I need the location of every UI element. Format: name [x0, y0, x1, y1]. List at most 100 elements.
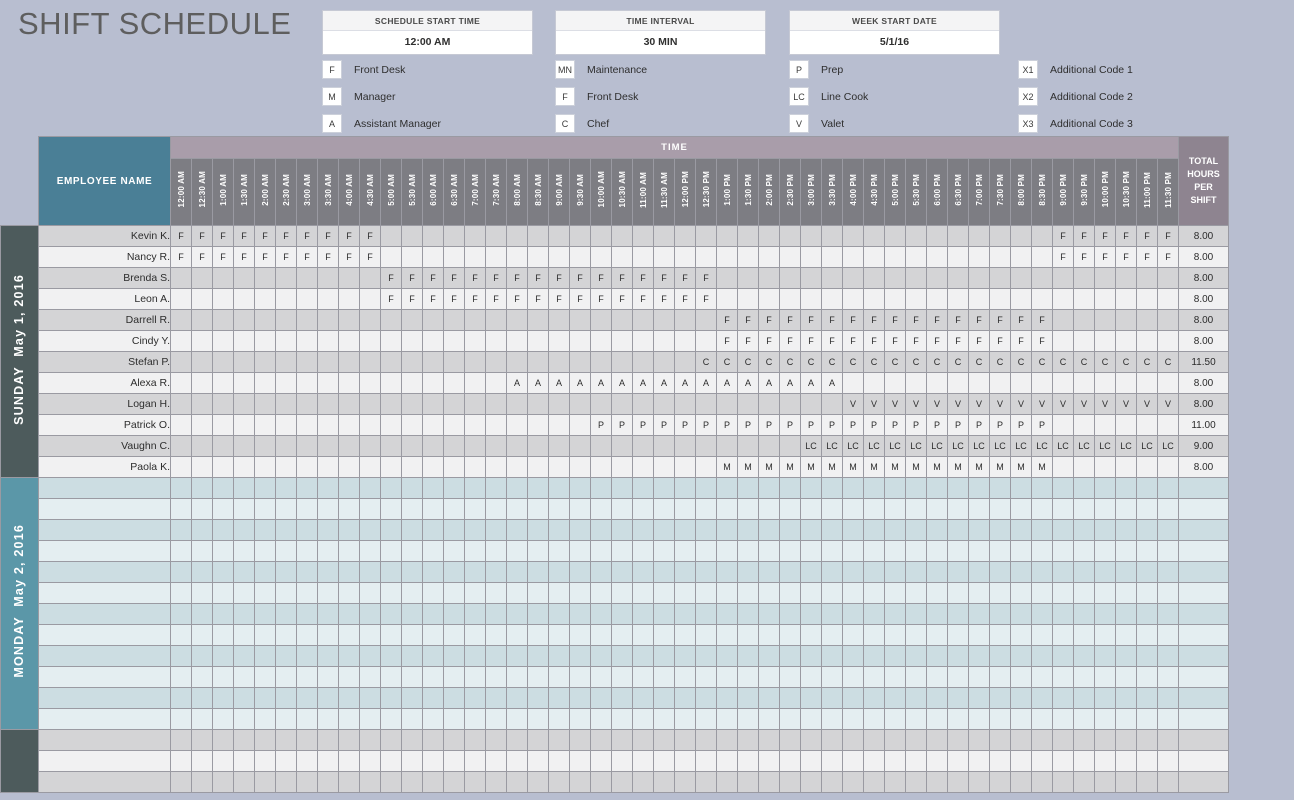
shift-cell[interactable]	[926, 645, 948, 667]
shift-cell[interactable]	[821, 708, 843, 730]
shift-cell[interactable]: F	[611, 288, 633, 310]
shift-cell[interactable]	[842, 666, 864, 688]
shift-cell[interactable]	[905, 624, 927, 646]
shift-cell[interactable]: F	[1094, 225, 1116, 247]
shift-cell[interactable]	[1010, 666, 1032, 688]
shift-cell[interactable]: C	[1136, 351, 1158, 373]
shift-cell[interactable]	[800, 246, 822, 268]
shift-cell[interactable]	[191, 645, 213, 667]
shift-cell[interactable]: F	[170, 246, 192, 268]
employee-name-cell[interactable]	[38, 603, 171, 625]
shift-cell[interactable]	[590, 519, 612, 541]
shift-cell[interactable]	[191, 750, 213, 772]
shift-cell[interactable]	[233, 729, 255, 751]
shift-cell[interactable]	[800, 708, 822, 730]
shift-cell[interactable]	[1010, 750, 1032, 772]
shift-cell[interactable]	[905, 477, 927, 499]
shift-cell[interactable]	[1136, 645, 1158, 667]
shift-cell[interactable]	[317, 729, 339, 751]
shift-cell[interactable]	[1052, 645, 1074, 667]
shift-cell[interactable]	[800, 645, 822, 667]
shift-cell[interactable]	[1157, 477, 1179, 499]
shift-cell[interactable]	[590, 708, 612, 730]
shift-cell[interactable]	[926, 708, 948, 730]
shift-cell[interactable]	[1052, 519, 1074, 541]
shift-cell[interactable]	[926, 519, 948, 541]
shift-cell[interactable]	[569, 750, 591, 772]
shift-cell[interactable]: F	[632, 267, 654, 289]
shift-cell[interactable]	[653, 309, 675, 331]
shift-cell[interactable]	[296, 414, 318, 436]
shift-cell[interactable]	[191, 435, 213, 457]
shift-cell[interactable]	[758, 561, 780, 583]
shift-cell[interactable]	[506, 477, 528, 499]
shift-cell[interactable]	[485, 246, 507, 268]
shift-cell[interactable]	[905, 687, 927, 709]
shift-cell[interactable]	[485, 309, 507, 331]
shift-cell[interactable]	[947, 603, 969, 625]
shift-cell[interactable]: M	[863, 456, 885, 478]
shift-cell[interactable]	[632, 603, 654, 625]
shift-cell[interactable]	[359, 582, 381, 604]
shift-cell[interactable]: LC	[968, 435, 990, 457]
shift-cell[interactable]	[1157, 498, 1179, 520]
shift-cell[interactable]	[716, 624, 738, 646]
shift-cell[interactable]	[842, 687, 864, 709]
shift-cell[interactable]	[275, 351, 297, 373]
shift-cell[interactable]	[905, 267, 927, 289]
shift-cell[interactable]	[758, 267, 780, 289]
shift-cell[interactable]	[674, 309, 696, 331]
shift-cell[interactable]	[464, 750, 486, 772]
shift-cell[interactable]	[737, 729, 759, 751]
shift-cell[interactable]	[548, 561, 570, 583]
shift-cell[interactable]: V	[1010, 393, 1032, 415]
shift-cell[interactable]	[317, 603, 339, 625]
shift-cell[interactable]	[716, 225, 738, 247]
shift-cell[interactable]: F	[842, 330, 864, 352]
shift-cell[interactable]	[632, 519, 654, 541]
shift-cell[interactable]	[275, 498, 297, 520]
shift-cell[interactable]	[821, 666, 843, 688]
shift-cell[interactable]	[611, 330, 633, 352]
shift-cell[interactable]	[1073, 288, 1095, 310]
shift-cell[interactable]	[296, 582, 318, 604]
shift-cell[interactable]	[1094, 624, 1116, 646]
shift-cell[interactable]	[800, 666, 822, 688]
shift-cell[interactable]: A	[569, 372, 591, 394]
shift-cell[interactable]	[1094, 687, 1116, 709]
shift-cell[interactable]	[1052, 771, 1074, 793]
shift-cell[interactable]	[779, 393, 801, 415]
shift-cell[interactable]	[695, 393, 717, 415]
shift-cell[interactable]	[653, 708, 675, 730]
shift-cell[interactable]	[779, 267, 801, 289]
shift-cell[interactable]	[401, 351, 423, 373]
shift-cell[interactable]	[1031, 666, 1053, 688]
shift-cell[interactable]	[464, 435, 486, 457]
shift-cell[interactable]	[800, 540, 822, 562]
shift-cell[interactable]	[401, 624, 423, 646]
shift-cell[interactable]	[338, 666, 360, 688]
shift-cell[interactable]	[1115, 729, 1137, 751]
shift-cell[interactable]: F	[338, 225, 360, 247]
shift-cell[interactable]	[443, 414, 465, 436]
shift-cell[interactable]	[716, 750, 738, 772]
shift-cell[interactable]	[863, 288, 885, 310]
shift-cell[interactable]	[989, 603, 1011, 625]
shift-cell[interactable]	[359, 708, 381, 730]
shift-cell[interactable]	[464, 687, 486, 709]
shift-cell[interactable]	[1031, 750, 1053, 772]
shift-cell[interactable]	[1031, 603, 1053, 625]
shift-cell[interactable]	[800, 498, 822, 520]
shift-cell[interactable]	[464, 225, 486, 247]
shift-cell[interactable]	[1136, 729, 1158, 751]
shift-cell[interactable]	[464, 645, 486, 667]
shift-cell[interactable]	[338, 540, 360, 562]
shift-cell[interactable]	[926, 603, 948, 625]
shift-cell[interactable]	[695, 603, 717, 625]
shift-cell[interactable]	[443, 561, 465, 583]
shift-cell[interactable]	[989, 729, 1011, 751]
shift-cell[interactable]	[1031, 246, 1053, 268]
shift-cell[interactable]	[422, 708, 444, 730]
shift-cell[interactable]	[779, 750, 801, 772]
shift-cell[interactable]	[611, 750, 633, 772]
